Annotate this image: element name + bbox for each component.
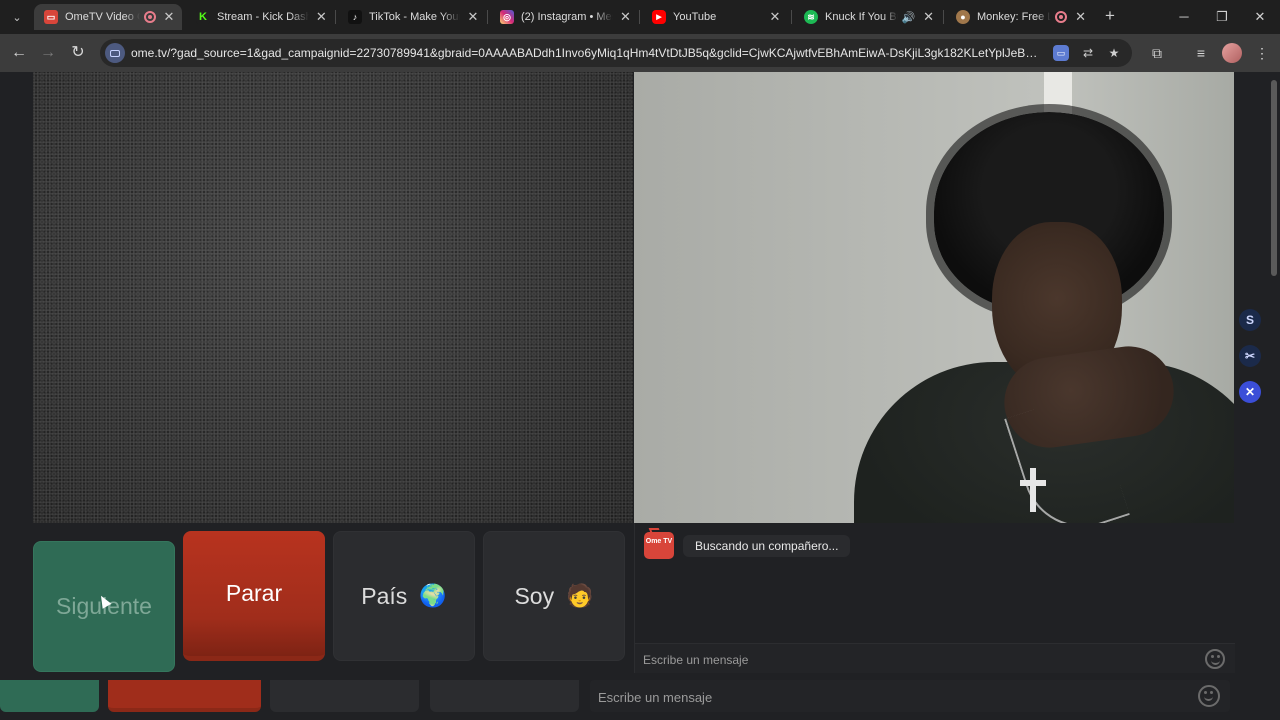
ghost-emoji-smiley-icon[interactable] (1198, 685, 1220, 707)
scissors-icon[interactable]: ✂ (1239, 345, 1261, 367)
kick-icon: K (196, 10, 210, 24)
recording-icon (1055, 11, 1068, 23)
stop-button-label: Parar (225, 580, 283, 606)
profile-avatar[interactable] (1222, 43, 1242, 63)
extension-s-icon[interactable]: S (1239, 309, 1261, 331)
speaker-icon[interactable]: 🔊 (902, 11, 916, 24)
country-button-label: País (361, 582, 408, 609)
minimize-icon[interactable]: ─ (1164, 4, 1204, 30)
tab-spotify[interactable]: ≋ Knuck If You Buck 🔊 ✕ (794, 4, 942, 30)
tab-instagram[interactable]: ◎ (2) Instagram • Messages ✕ (490, 4, 638, 30)
message-input[interactable] (643, 650, 1183, 670)
globe-icon: 🌍 (419, 583, 447, 609)
close-icon[interactable]: ✕ (315, 9, 328, 25)
translate-icon[interactable]: ⇄ (1080, 45, 1096, 61)
page-scrollbar[interactable] (1268, 72, 1280, 720)
gender-button-label: Soy (514, 582, 555, 609)
person-emoji-icon: 🧑 (566, 583, 594, 609)
ghost-country-button (270, 680, 419, 712)
close-icon[interactable]: ✕ (766, 9, 784, 25)
ghost-stop-button (108, 680, 261, 712)
site-camera-icon[interactable] (105, 43, 125, 63)
back-arrow-icon[interactable]: ← (8, 42, 30, 64)
tab-separator (791, 10, 792, 24)
close-icon[interactable]: ✕ (466, 9, 480, 25)
cast-icon[interactable]: ▭ (1053, 45, 1069, 61)
tab-tiktok[interactable]: ♪ TikTok - Make Your Day ✕ (338, 4, 486, 30)
address-bar[interactable]: ome.tv/?gad_source=1&gad_campaignid=2273… (100, 39, 1132, 67)
chat-panel: Ome TV Buscando un compañero... (634, 523, 1235, 673)
browser-toolbar: ← → ↻ ome.tv/?gad_source=1&gad_campaigni… (0, 34, 1280, 72)
new-tab-plus-icon[interactable]: + (1100, 6, 1120, 26)
ghost-chat-input-bar (590, 680, 1230, 712)
extensions-icon[interactable]: ⧉ (1147, 43, 1167, 63)
chat-input-bar (635, 643, 1235, 673)
ghost-message-input[interactable] (598, 687, 1138, 707)
tab-title: Knuck If You Buck (825, 11, 898, 23)
media-controls-icon[interactable]: ≡ (1191, 43, 1211, 63)
tab-title: Stream - Kick Dashboard (217, 11, 309, 23)
ometv-logo: Ome TV (644, 532, 674, 559)
tab-search-chevron-icon[interactable]: ⌄ (6, 6, 28, 28)
scrollbar-thumb[interactable] (1271, 80, 1277, 276)
emoji-smiley-icon[interactable] (1205, 649, 1225, 669)
recording-icon (143, 11, 156, 23)
bookmark-star-icon[interactable]: ★ (1106, 45, 1122, 61)
forward-arrow-icon[interactable]: → (37, 42, 59, 64)
instagram-icon: ◎ (500, 10, 514, 24)
monkey-icon: ● (956, 10, 970, 24)
menu-kebab-icon[interactable]: ⋮ (1252, 43, 1272, 63)
remote-video-static (33, 72, 633, 523)
tab-kick[interactable]: K Stream - Kick Dashboard ✕ (186, 4, 334, 30)
tab-ometv[interactable]: ▭ OmeTV Video Chat ✕ (34, 4, 182, 30)
tab-separator (335, 10, 336, 24)
tiktok-icon: ♪ (348, 10, 362, 24)
youtube-icon: ▶ (652, 10, 666, 24)
close-icon[interactable]: ✕ (921, 9, 936, 25)
gender-button[interactable]: Soy 🧑 (483, 531, 625, 661)
tab-title: (2) Instagram • Messages (521, 11, 613, 23)
ometv-icon: ▭ (44, 10, 58, 24)
tab-youtube[interactable]: ▶ YouTube ✕ (642, 4, 790, 30)
tab-strip: ⌄ ▭ OmeTV Video Chat ✕ K Stream - Kick D… (0, 0, 1280, 34)
tab-separator (639, 10, 640, 24)
status-message: Buscando un compañero... (683, 535, 851, 557)
ometv-page: Siguiente Parar País 🌍 Soy 🧑 Ome TV Busc… (0, 72, 1280, 720)
close-window-icon[interactable]: ✕ (1240, 4, 1280, 30)
url-text[interactable]: ome.tv/?gad_source=1&gad_campaignid=2273… (131, 46, 1043, 60)
person-image (834, 102, 1234, 523)
close-icon[interactable]: ✕ (162, 9, 176, 25)
reload-icon[interactable]: ↻ (67, 42, 89, 64)
tab-title: OmeTV Video Chat (65, 11, 140, 23)
cross-pendant (1030, 468, 1036, 512)
spotify-icon: ≋ (804, 10, 818, 24)
extension-x-icon[interactable]: ✕ (1239, 381, 1261, 403)
tab-separator (943, 10, 944, 24)
tab-title: YouTube (673, 11, 717, 23)
country-button[interactable]: País 🌍 (333, 531, 475, 661)
ghost-gender-button (430, 680, 579, 712)
close-icon[interactable]: ✕ (1073, 9, 1088, 25)
tab-title: TikTok - Make Your Day (369, 11, 460, 23)
close-icon[interactable]: ✕ (619, 9, 632, 25)
stop-button[interactable]: Parar (183, 531, 325, 661)
tab-separator (487, 10, 488, 24)
maximize-icon[interactable]: ❐ (1202, 4, 1242, 30)
self-camera-video (634, 72, 1234, 523)
ghost-next-button (0, 680, 99, 712)
tab-title: Monkey: Free Live (977, 11, 1052, 23)
tab-monkey[interactable]: ● Monkey: Free Live ✕ (946, 4, 1094, 30)
